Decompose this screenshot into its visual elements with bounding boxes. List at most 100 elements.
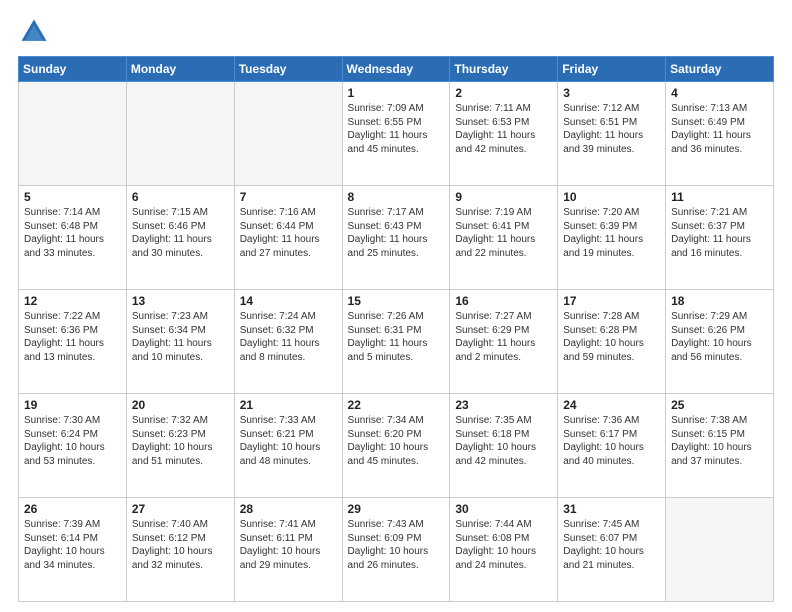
day-cell-16: 16 Sunrise: 7:27 AM Sunset: 6:29 PM Dayli… — [450, 290, 558, 394]
day-number: 13 — [132, 294, 229, 308]
day-cell-14: 14Sunrise: 7:24 AM Sunset: 6:32 PM Dayli… — [234, 290, 342, 394]
day-number: 9 — [455, 190, 552, 204]
day-number: 26 — [24, 502, 121, 516]
day-info: Sunrise: 7:26 AM Sunset: 6:31 PM Dayligh… — [348, 310, 445, 364]
day-info: Sunrise: 7:20 AM Sunset: 6:39 PM Dayligh… — [563, 206, 660, 260]
day-cell-11: 11 Sunrise: 7:21 AM Sunset: 6:37 PM Dayli… — [666, 186, 774, 290]
day-cell-25: 25 Sunrise: 7:38 AM Sunset: 6:15 PM Dayli… — [666, 394, 774, 498]
day-header-friday: Friday — [558, 57, 666, 82]
day-number: 29 — [348, 502, 445, 516]
day-info: Sunrise: 7:16 AM Sunset: 6:44 PM Dayligh… — [240, 206, 337, 260]
day-number: 3 — [563, 86, 660, 100]
day-number: 17 — [563, 294, 660, 308]
day-cell-12: 12 Sunrise: 7:22 AM Sunset: 6:36 PM Dayli… — [19, 290, 127, 394]
page: SundayMondayTuesdayWednesdayThursdayFrid… — [0, 0, 792, 612]
day-cell-28: 28 Sunrise: 7:41 AM Sunset: 6:11 PM Dayli… — [234, 498, 342, 602]
day-info: Sunrise: 7:35 AM Sunset: 6:18 PM Dayligh… — [455, 414, 552, 468]
day-number: 25 — [671, 398, 768, 412]
day-cell-13: 13 Sunrise: 7:23 AM Sunset: 6:34 PM Dayli… — [126, 290, 234, 394]
day-number: 31 — [563, 502, 660, 516]
logo — [18, 16, 54, 48]
day-number: 4 — [671, 86, 768, 100]
day-info: Sunrise: 7:13 AM Sunset: 6:49 PM Dayligh… — [671, 102, 768, 156]
day-info: Sunrise: 7:15 AM Sunset: 6:46 PM Dayligh… — [132, 206, 229, 260]
day-number: 2 — [455, 86, 552, 100]
week-row-4: 19 Sunrise: 7:30 AM Sunset: 6:24 PM Dayli… — [19, 394, 774, 498]
day-number: 7 — [240, 190, 337, 204]
empty-cell — [666, 498, 774, 602]
day-info: Sunrise: 7:30 AM Sunset: 6:24 PM Dayligh… — [24, 414, 121, 468]
day-number: 11 — [671, 190, 768, 204]
week-row-2: 5 Sunrise: 7:14 AM Sunset: 6:48 PM Daylig… — [19, 186, 774, 290]
day-header-saturday: Saturday — [666, 57, 774, 82]
day-cell-8: 8Sunrise: 7:17 AM Sunset: 6:43 PM Daylig… — [342, 186, 450, 290]
day-number: 21 — [240, 398, 337, 412]
empty-cell — [19, 82, 127, 186]
day-info: Sunrise: 7:14 AM Sunset: 6:48 PM Dayligh… — [24, 206, 121, 260]
day-cell-1: 1 Sunrise: 7:09 AM Sunset: 6:55 PM Daylig… — [342, 82, 450, 186]
week-row-1: 1 Sunrise: 7:09 AM Sunset: 6:55 PM Daylig… — [19, 82, 774, 186]
day-header-thursday: Thursday — [450, 57, 558, 82]
day-info: Sunrise: 7:11 AM Sunset: 6:53 PM Dayligh… — [455, 102, 552, 156]
day-cell-9: 9 Sunrise: 7:19 AM Sunset: 6:41 PM Daylig… — [450, 186, 558, 290]
week-row-5: 26 Sunrise: 7:39 AM Sunset: 6:14 PM Dayli… — [19, 498, 774, 602]
calendar: SundayMondayTuesdayWednesdayThursdayFrid… — [18, 56, 774, 602]
day-info: Sunrise: 7:38 AM Sunset: 6:15 PM Dayligh… — [671, 414, 768, 468]
day-number: 10 — [563, 190, 660, 204]
day-cell-15: 15 Sunrise: 7:26 AM Sunset: 6:31 PM Dayli… — [342, 290, 450, 394]
day-info: Sunrise: 7:21 AM Sunset: 6:37 PM Dayligh… — [671, 206, 768, 260]
logo-icon — [18, 16, 50, 48]
day-info: Sunrise: 7:32 AM Sunset: 6:23 PM Dayligh… — [132, 414, 229, 468]
day-info: Sunrise: 7:43 AM Sunset: 6:09 PM Dayligh… — [348, 518, 445, 572]
day-cell-26: 26 Sunrise: 7:39 AM Sunset: 6:14 PM Dayli… — [19, 498, 127, 602]
header — [18, 16, 774, 48]
day-cell-6: 6 Sunrise: 7:15 AM Sunset: 6:46 PM Daylig… — [126, 186, 234, 290]
day-cell-3: 3 Sunrise: 7:12 AM Sunset: 6:51 PM Daylig… — [558, 82, 666, 186]
day-header-wednesday: Wednesday — [342, 57, 450, 82]
day-number: 19 — [24, 398, 121, 412]
day-cell-22: 22Sunrise: 7:34 AM Sunset: 6:20 PM Dayli… — [342, 394, 450, 498]
day-number: 23 — [455, 398, 552, 412]
day-number: 15 — [348, 294, 445, 308]
day-info: Sunrise: 7:23 AM Sunset: 6:34 PM Dayligh… — [132, 310, 229, 364]
day-number: 6 — [132, 190, 229, 204]
day-cell-17: 17 Sunrise: 7:28 AM Sunset: 6:28 PM Dayli… — [558, 290, 666, 394]
day-info: Sunrise: 7:40 AM Sunset: 6:12 PM Dayligh… — [132, 518, 229, 572]
day-header-sunday: Sunday — [19, 57, 127, 82]
day-number: 16 — [455, 294, 552, 308]
day-info: Sunrise: 7:33 AM Sunset: 6:21 PM Dayligh… — [240, 414, 337, 468]
day-cell-7: 7 Sunrise: 7:16 AM Sunset: 6:44 PM Daylig… — [234, 186, 342, 290]
day-cell-23: 23 Sunrise: 7:35 AM Sunset: 6:18 PM Dayli… — [450, 394, 558, 498]
day-info: Sunrise: 7:36 AM Sunset: 6:17 PM Dayligh… — [563, 414, 660, 468]
day-info: Sunrise: 7:39 AM Sunset: 6:14 PM Dayligh… — [24, 518, 121, 572]
day-cell-4: 4 Sunrise: 7:13 AM Sunset: 6:49 PM Daylig… — [666, 82, 774, 186]
day-number: 1 — [348, 86, 445, 100]
week-row-3: 12 Sunrise: 7:22 AM Sunset: 6:36 PM Dayli… — [19, 290, 774, 394]
days-header-row: SundayMondayTuesdayWednesdayThursdayFrid… — [19, 57, 774, 82]
day-info: Sunrise: 7:12 AM Sunset: 6:51 PM Dayligh… — [563, 102, 660, 156]
day-info: Sunrise: 7:29 AM Sunset: 6:26 PM Dayligh… — [671, 310, 768, 364]
day-number: 5 — [24, 190, 121, 204]
day-info: Sunrise: 7:41 AM Sunset: 6:11 PM Dayligh… — [240, 518, 337, 572]
day-number: 27 — [132, 502, 229, 516]
day-info: Sunrise: 7:17 AM Sunset: 6:43 PM Dayligh… — [348, 206, 445, 260]
day-cell-20: 20 Sunrise: 7:32 AM Sunset: 6:23 PM Dayli… — [126, 394, 234, 498]
day-number: 24 — [563, 398, 660, 412]
day-cell-24: 24 Sunrise: 7:36 AM Sunset: 6:17 PM Dayli… — [558, 394, 666, 498]
day-number: 18 — [671, 294, 768, 308]
empty-cell — [126, 82, 234, 186]
empty-cell — [234, 82, 342, 186]
day-info: Sunrise: 7:34 AM Sunset: 6:20 PM Dayligh… — [348, 414, 445, 468]
day-info: Sunrise: 7:28 AM Sunset: 6:28 PM Dayligh… — [563, 310, 660, 364]
day-header-tuesday: Tuesday — [234, 57, 342, 82]
day-cell-10: 10 Sunrise: 7:20 AM Sunset: 6:39 PM Dayli… — [558, 186, 666, 290]
day-info: Sunrise: 7:24 AM Sunset: 6:32 PM Dayligh… — [240, 310, 337, 364]
day-number: 12 — [24, 294, 121, 308]
day-info: Sunrise: 7:27 AM Sunset: 6:29 PM Dayligh… — [455, 310, 552, 364]
day-cell-21: 21 Sunrise: 7:33 AM Sunset: 6:21 PM Dayli… — [234, 394, 342, 498]
day-info: Sunrise: 7:22 AM Sunset: 6:36 PM Dayligh… — [24, 310, 121, 364]
day-info: Sunrise: 7:09 AM Sunset: 6:55 PM Dayligh… — [348, 102, 445, 156]
day-number: 28 — [240, 502, 337, 516]
day-info: Sunrise: 7:19 AM Sunset: 6:41 PM Dayligh… — [455, 206, 552, 260]
day-number: 20 — [132, 398, 229, 412]
